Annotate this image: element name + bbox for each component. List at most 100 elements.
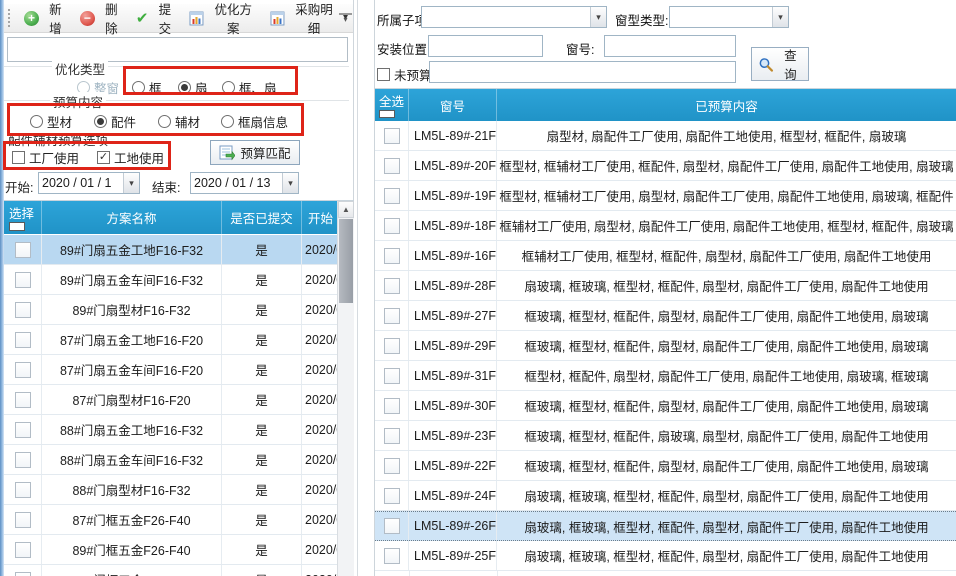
start-column-header[interactable]: 开始 <box>302 201 338 234</box>
window-table-row[interactable]: LM5L-89#-24F22 扇玻璃, 框玻璃, 框型材, 框配件, 扇型材, … <box>375 481 956 511</box>
row-checkbox[interactable] <box>384 128 400 144</box>
window-table-row[interactable]: LM5L-89#-21F19 扇型材, 扇配件工厂使用, 扇配件工地使用, 框型… <box>375 121 956 151</box>
row-checkbox[interactable] <box>384 548 400 564</box>
scrollbar-thumb[interactable] <box>339 219 353 303</box>
window-table-row[interactable]: LM5L-89#-23F21 框玻璃, 框型材, 框配件, 扇玻璃, 扇型材, … <box>375 421 956 451</box>
plan-table-row[interactable]: 87#门扇型材F16-F20 是 2020/0 <box>4 385 338 415</box>
row-checkbox[interactable] <box>384 398 400 414</box>
row-checkbox[interactable] <box>15 542 31 558</box>
row-checkbox[interactable] <box>384 428 400 444</box>
start-date-picker[interactable]: 2020 / 01 / 1 ▾ <box>38 172 140 194</box>
checkbox-no-budget[interactable]: 未预算: <box>377 65 435 84</box>
end-date-picker[interactable]: 2020 / 01 / 13 ▾ <box>190 172 299 194</box>
radio-accessory[interactable]: 配件 <box>94 112 136 131</box>
row-select-cell <box>375 541 409 570</box>
plan-table-row[interactable]: 89#门扇型材F16-F32 是 2020/0 <box>4 295 338 325</box>
row-checkbox[interactable] <box>15 392 31 408</box>
plan-name-column-header[interactable]: 方案名称 <box>42 201 222 234</box>
window-table-row[interactable]: LM5L-89#-30F28 框玻璃, 框型材, 框配件, 扇型材, 扇配件工厂… <box>375 391 956 421</box>
radio-sash[interactable]: 扇 <box>178 78 208 97</box>
row-checkbox[interactable] <box>15 572 31 576</box>
window-table-row[interactable]: LM5L-89#-25F23 扇玻璃, 框玻璃, 框型材, 框配件, 扇型材, … <box>375 541 956 571</box>
row-checkbox[interactable] <box>384 338 400 354</box>
add-button[interactable]: + 新增 <box>19 0 73 39</box>
row-checkbox[interactable] <box>384 278 400 294</box>
plan-table-row[interactable]: 87#门框五金F26-F40 是 2020/0 <box>4 505 338 535</box>
row-checkbox[interactable] <box>15 362 31 378</box>
panel-splitter[interactable] <box>357 0 358 576</box>
row-checkbox[interactable] <box>384 518 400 534</box>
window-table-row[interactable]: LM5L-89#-19F17 框型材, 框辅材工厂使用, 扇型材, 扇配件工厂使… <box>375 181 956 211</box>
row-checkbox[interactable] <box>15 422 31 438</box>
row-checkbox[interactable] <box>384 368 400 384</box>
window-table-row[interactable]: LM5L-89#-20F18 框型材, 框辅材工厂使用, 框配件, 扇型材, 扇… <box>375 151 956 181</box>
budget-match-button[interactable]: 预算匹配 <box>210 140 300 165</box>
row-select-cell <box>375 331 409 360</box>
plan-table-row[interactable]: 89#门扇五金车间F16-F32 是 2020/0 <box>4 265 338 295</box>
row-checkbox[interactable] <box>15 512 31 528</box>
radio-profile[interactable]: 型材 <box>30 112 72 131</box>
submit-button[interactable]: ✔ 提交 <box>131 0 182 39</box>
checkbox-site-use[interactable]: 工地使用 <box>97 148 164 167</box>
radio-auxiliary[interactable]: 辅材 <box>158 112 200 131</box>
caret-down-icon[interactable]: ▾ <box>772 7 788 27</box>
scroll-up-arrow-icon[interactable]: ▲ <box>338 201 354 218</box>
row-checkbox[interactable] <box>15 332 31 348</box>
select-all-header-label: 全选 <box>379 91 404 110</box>
plan-table-row[interactable]: 88#门扇五金车间F16-F32 是 2020/0 <box>4 445 338 475</box>
plan-table-row[interactable]: 89#门框五金F26-F40 是 2020/0 <box>4 535 338 565</box>
window-table-row[interactable]: LM5L-89#-22F20 框玻璃, 框型材, 框配件, 扇型材, 扇配件工厂… <box>375 451 956 481</box>
row-checkbox[interactable] <box>15 242 31 258</box>
toolbar-grip[interactable] <box>8 9 13 27</box>
row-checkbox[interactable] <box>15 482 31 498</box>
caret-down-icon[interactable]: ▾ <box>123 173 139 193</box>
submitted-column-header[interactable]: 是否已提交 <box>222 201 302 234</box>
row-checkbox[interactable] <box>15 302 31 318</box>
radio-frame[interactable]: 框 <box>132 78 162 97</box>
row-checkbox[interactable] <box>15 452 31 468</box>
window-table-row[interactable]: LM5L-89#-26F24 扇玻璃, 框玻璃, 框型材, 框配件, 扇型材, … <box>375 511 956 541</box>
plan-start-cell: 2020/0 <box>302 505 338 534</box>
select-all-checkbox[interactable] <box>379 110 395 118</box>
checkbox-factory-use[interactable]: 工厂使用 <box>12 148 79 167</box>
window-table-row[interactable]: LM5L-89#-27F25 框玻璃, 框型材, 框配件, 扇型材, 扇配件工厂… <box>375 301 956 331</box>
row-checkbox[interactable] <box>384 158 400 174</box>
plan-table-row[interactable]: 87#门扇五金车间F16-F20 是 2020/0 <box>4 355 338 385</box>
install-position-input[interactable] <box>428 35 543 57</box>
window-no-input[interactable] <box>604 35 736 57</box>
plan-table-scrollbar[interactable]: ▲ <box>337 201 354 576</box>
delete-button[interactable]: − 删除 <box>75 0 129 39</box>
radio-frame-sash[interactable]: 框、扇 <box>222 78 277 97</box>
row-checkbox[interactable] <box>384 188 400 204</box>
row-checkbox[interactable] <box>384 218 400 234</box>
window-no-column-header[interactable]: 窗号 <box>409 89 497 121</box>
row-checkbox[interactable] <box>384 308 400 324</box>
window-table-row[interactable]: LM5L-89#-16F15 框辅材工厂使用, 框型材, 框配件, 扇型材, 扇… <box>375 241 956 271</box>
radio-frame-sash-info[interactable]: 框扇信息 <box>221 112 288 131</box>
plan-table-row[interactable]: 88#门框五金F21-F40 是 2020/0 <box>4 565 338 576</box>
no-budget-input[interactable] <box>429 61 736 83</box>
window-table-row[interactable]: LM5L-89#-29F27 框玻璃, 框型材, 框配件, 扇型材, 扇配件工厂… <box>375 331 956 361</box>
optimize-plan-button[interactable]: 优化方案 <box>184 0 263 39</box>
plan-table-row[interactable]: 89#门扇五金工地F16-F32 是 2020/0 <box>4 235 338 265</box>
row-select-cell <box>375 241 409 270</box>
window-table-row[interactable]: LM5L-89#-18F16 框辅材工厂使用, 扇型材, 扇配件工厂使用, 扇配… <box>375 211 956 241</box>
plan-table-row[interactable]: 87#门扇五金工地F16-F20 是 2020/0 <box>4 325 338 355</box>
row-checkbox[interactable] <box>384 458 400 474</box>
window-table-row[interactable]: LM5L-89#-31F29 框型材, 框配件, 扇型材, 扇配件工厂使用, 扇… <box>375 361 956 391</box>
plan-table-row[interactable]: 88#门扇型材F16-F32 是 2020/0 <box>4 475 338 505</box>
row-checkbox[interactable] <box>384 248 400 264</box>
query-button[interactable]: 查询 <box>751 47 809 81</box>
window-table-row[interactable]: LM5L-89#-28F26 扇玻璃, 框玻璃, 框型材, 框配件, 扇型材, … <box>375 271 956 301</box>
select-all-checkbox[interactable] <box>9 222 25 231</box>
sub-item-combobox[interactable]: ▾ <box>421 6 607 28</box>
caret-down-icon[interactable]: ▾ <box>282 173 298 193</box>
window-no-cell: LM5L-89#-21F19 <box>409 121 497 150</box>
plan-table-row[interactable]: 88#门扇五金工地F16-F32 是 2020/0 <box>4 415 338 445</box>
row-checkbox[interactable] <box>15 272 31 288</box>
toolbar-overflow-button[interactable]: ▾ <box>339 13 352 25</box>
caret-down-icon[interactable]: ▾ <box>590 7 606 27</box>
budgeted-content-column-header[interactable]: 已预算内容 <box>497 89 956 121</box>
row-checkbox[interactable] <box>384 488 400 504</box>
window-type-combobox[interactable]: ▾ <box>669 6 789 28</box>
